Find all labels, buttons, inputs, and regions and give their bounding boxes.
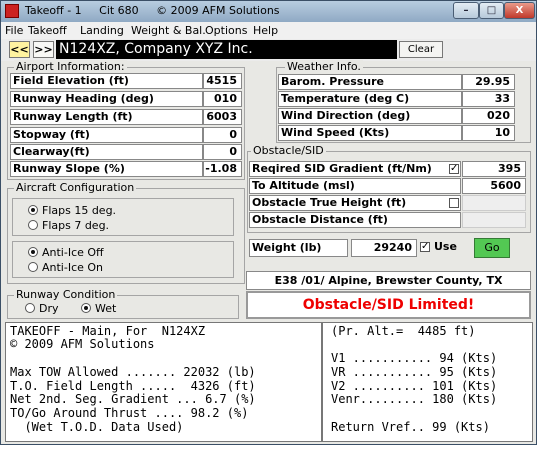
weight-use-label: Use	[434, 240, 457, 253]
anti-ice-off-radio[interactable]: Anti-Ice Off	[28, 246, 104, 259]
takeoff-results-right: (Pr. Alt.= 4485 ft) V1 ........... 94 (K…	[322, 322, 533, 442]
maximize-button[interactable]: □	[479, 2, 504, 19]
obstacle-distance-label: Obstacle Distance (ft)	[249, 212, 461, 228]
temperature-input[interactable]: 33	[462, 91, 515, 107]
flaps-7-radio-dot	[28, 220, 38, 230]
anti-ice-off-label: Anti-Ice Off	[42, 246, 104, 259]
flaps-15-radio[interactable]: Flaps 15 deg.	[28, 204, 116, 217]
airport-info-legend: Airport Information:	[14, 60, 127, 73]
next-button[interactable]: >>	[33, 41, 54, 58]
runway-wet-label: Wet	[95, 302, 117, 315]
field-elevation-input[interactable]: 4515	[203, 73, 242, 89]
obstacle-height-checkbox[interactable]	[449, 198, 459, 208]
barometric-pressure-input[interactable]: 29.95	[462, 74, 515, 90]
title-bar[interactable]: Takeoff - 1 Cit 680 © 2009 AFM Solutions…	[1, 1, 536, 22]
results-right-line: (Pr. Alt.= 4485 ft)	[331, 324, 476, 338]
anti-ice-on-radio-dot	[28, 262, 38, 272]
close-button[interactable]: X	[504, 2, 535, 19]
obstacle-limited-warning: Obstacle/SID Limited!	[246, 291, 531, 319]
anti-ice-off-radio-dot	[28, 247, 38, 257]
app-window: Takeoff - 1 Cit 680 © 2009 AFM Solutions…	[0, 0, 537, 445]
runway-condition-legend: Runway Condition	[14, 288, 118, 301]
sid-gradient-checkbox[interactable]: ✓	[449, 164, 459, 174]
flaps-7-label: Flaps 7 deg.	[42, 219, 110, 232]
runway-slope-label: Runway Slope (%)	[10, 161, 203, 177]
sid-gradient-input[interactable]: 395	[462, 161, 526, 177]
clearway-label: Clearway(ft)	[10, 144, 203, 160]
airport-location-text: E38 /01/ Alpine, Brewster County, TX	[246, 271, 531, 290]
minimize-button[interactable]: –	[453, 2, 479, 19]
aircraft-config-legend: Aircraft Configuration	[14, 181, 137, 194]
runway-wet-radio[interactable]: Wet	[81, 302, 116, 315]
runway-dry-radio[interactable]: Dry	[25, 302, 59, 315]
weight-input[interactable]: 29240	[351, 239, 417, 257]
takeoff-results-left: TAKEOFF - Main, For N124XZ © 2009 AFM So…	[5, 322, 322, 442]
aircraft-tail-field[interactable]: N124XZ, Company XYZ Inc.	[56, 40, 397, 59]
obstacle-height-input[interactable]	[462, 195, 526, 211]
wind-speed-input[interactable]: 10	[462, 125, 515, 141]
menu-bar: File Takeoff Landing Weight & Bal. Optio…	[1, 22, 536, 39]
clear-button[interactable]: Clear	[399, 41, 443, 58]
go-button[interactable]: Go	[474, 238, 510, 258]
menu-help[interactable]: Help	[253, 24, 278, 37]
to-altitude-input[interactable]: 5600	[462, 178, 526, 194]
menu-landing[interactable]: Landing	[80, 24, 124, 37]
runway-length-label: Runway Length (ft)	[10, 109, 203, 125]
temperature-label: Temperature (deg C)	[278, 91, 462, 107]
weight-use-checkbox[interactable]: ✓	[420, 242, 430, 252]
results-left-line: Net 2nd. Seg. Gradient ... 6.7 (%)	[10, 392, 256, 406]
menu-takeoff[interactable]: Takeoff	[28, 24, 67, 37]
results-right-line: Return Vref.. 99 (Kts)	[331, 420, 490, 434]
results-left-line: Max TOW Allowed ....... 22032 (lb)	[10, 365, 256, 379]
runway-heading-input[interactable]: 010	[203, 91, 242, 107]
runway-dry-label: Dry	[39, 302, 59, 315]
barometric-pressure-label: Barom. Pressure	[278, 74, 462, 90]
menu-file[interactable]: File	[5, 24, 23, 37]
wind-direction-label: Wind Direction (deg)	[278, 108, 462, 124]
results-left-line: TO/Go Around Thrust .... 98.2 (%)	[10, 406, 249, 420]
toolbar: << >> N124XZ, Company XYZ Inc. Clear	[1, 39, 536, 61]
results-right-line: V1 ........... 94 (Kts)	[331, 351, 498, 365]
flaps-15-radio-dot	[28, 205, 38, 215]
window-title: Takeoff - 1 Cit 680 © 2009 AFM Solutions	[25, 4, 280, 17]
runway-heading-label: Runway Heading (deg)	[10, 91, 203, 107]
stopway-label: Stopway (ft)	[10, 127, 203, 143]
obstacle-height-label: Obstacle True Height (ft)	[249, 195, 461, 211]
to-altitude-label: To Altitude (msl)	[249, 178, 461, 194]
runway-length-input[interactable]: 6003	[203, 109, 242, 125]
results-left-line: (Wet T.O.D. Data Used)	[10, 420, 184, 434]
results-right-line: VR ........... 95 (Kts)	[331, 365, 498, 379]
flaps-7-radio[interactable]: Flaps 7 deg.	[28, 219, 109, 232]
obstacle-distance-input[interactable]	[462, 212, 526, 228]
runway-dry-radio-dot	[25, 303, 35, 313]
app-icon[interactable]	[5, 4, 19, 18]
obstacle-sid-legend: Obstacle/SID	[251, 144, 326, 157]
wind-direction-input[interactable]: 020	[462, 108, 515, 124]
results-left-line: © 2009 AFM Solutions	[10, 337, 155, 351]
anti-ice-on-radio[interactable]: Anti-Ice On	[28, 261, 103, 274]
stopway-input[interactable]: 0	[203, 127, 242, 143]
runway-slope-input[interactable]: -1.08	[203, 161, 242, 177]
field-elevation-label: Field Elevation (ft)	[10, 73, 203, 89]
anti-ice-on-label: Anti-Ice On	[42, 261, 104, 274]
menu-options[interactable]: Options	[205, 24, 247, 37]
runway-wet-radio-dot	[81, 303, 91, 313]
clearway-input[interactable]: 0	[203, 144, 242, 160]
weight-label: Weight (lb)	[249, 239, 348, 257]
results-right-line: Venr......... 180 (Kts)	[331, 392, 498, 406]
menu-weight-bal[interactable]: Weight & Bal.	[131, 24, 206, 37]
wind-speed-label: Wind Speed (Kts)	[278, 125, 462, 141]
previous-button[interactable]: <<	[9, 41, 30, 58]
weather-info-legend: Weather Info.	[285, 60, 363, 73]
sid-gradient-label: Reqired SID Gradient (ft/Nm)	[249, 161, 461, 177]
flaps-15-label: Flaps 15 deg.	[42, 204, 117, 217]
